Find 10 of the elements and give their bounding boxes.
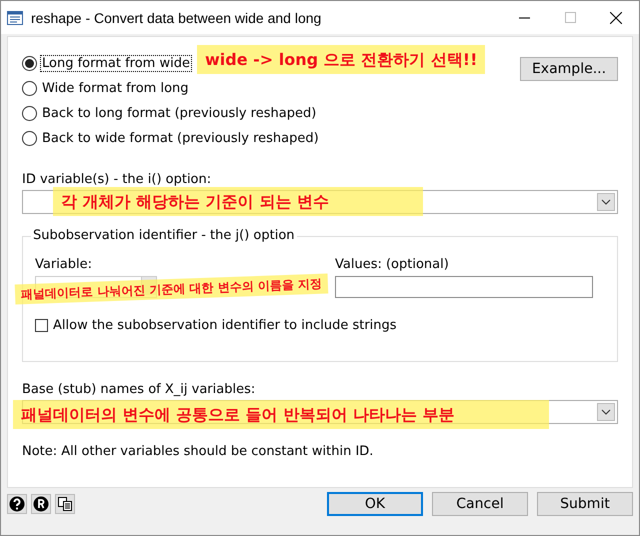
annotation-tooltip: wide -> long 으로 전환하기 선택!! [197, 45, 486, 74]
group-title: Subobservation identifier - the j() option [31, 228, 297, 243]
field-label: ID variable(s) - the i() option: [22, 172, 212, 187]
annotation-tooltip: 패널데이터의 변수에 공통으로 들어 반복되어 나타나는 부분 [13, 400, 549, 430]
note-text: Note: All other variables should be constant within ID. [22, 444, 374, 459]
window-title: reshape - Convert data between wide and long [31, 10, 322, 26]
field-label: Variable: [35, 257, 94, 272]
annotation-tooltip: 각 개체가 해당하는 기준이 되는 변수 [53, 187, 423, 216]
field-label: Values: (optional) [335, 257, 450, 272]
field-label: Base (stub) names of X_ij variables: [22, 382, 256, 397]
